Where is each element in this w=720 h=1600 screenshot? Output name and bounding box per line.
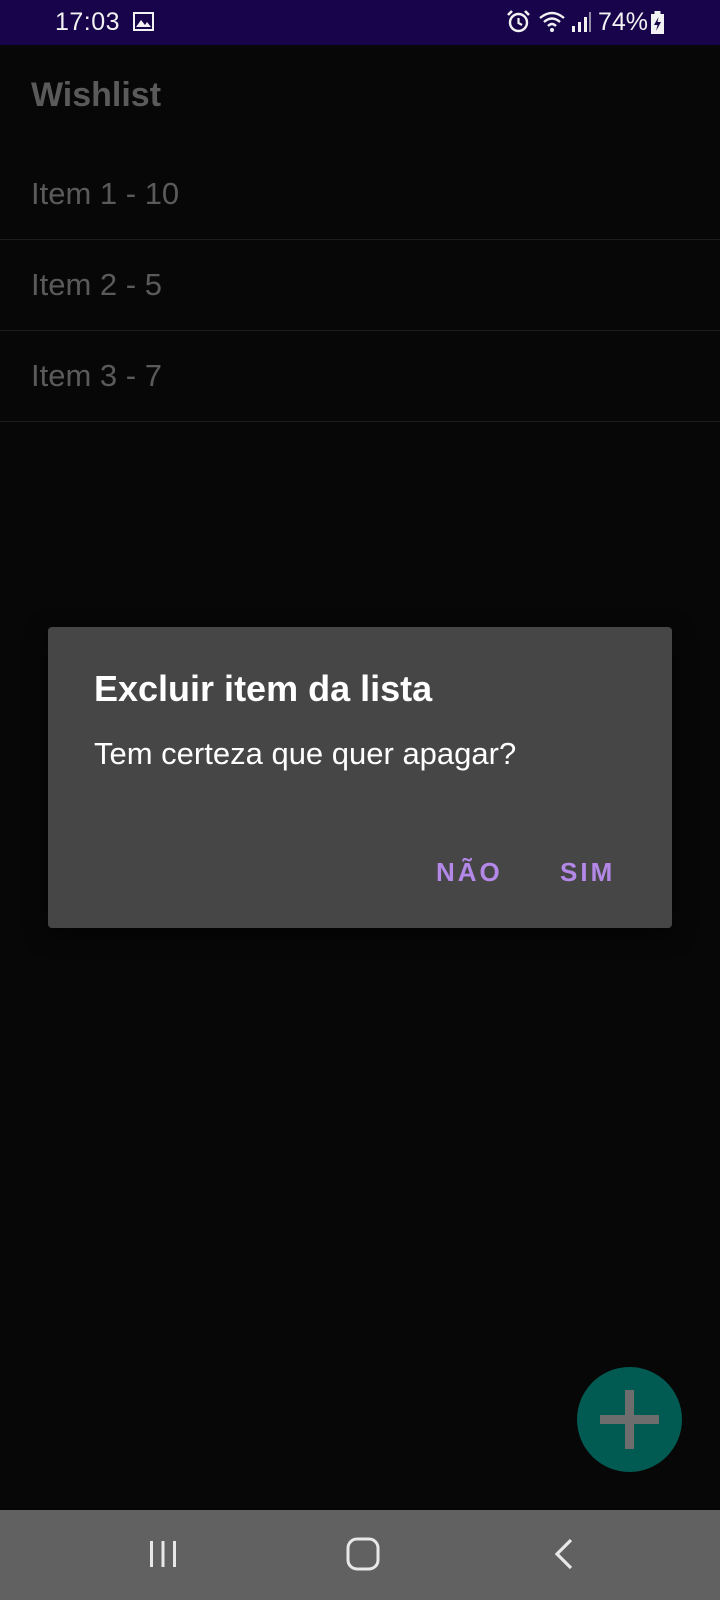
plus-icon (600, 1390, 659, 1449)
yes-button[interactable]: SIM (560, 857, 615, 888)
recents-icon[interactable] (147, 1538, 179, 1570)
list-item[interactable]: Item 2 - 5 (0, 240, 720, 331)
wifi-icon (539, 11, 565, 32)
list-item-label: Item 2 - 5 (31, 267, 162, 302)
no-button[interactable]: NÃO (436, 857, 503, 888)
list-item[interactable]: Item 1 - 10 (0, 149, 720, 240)
signal-icon (572, 12, 591, 32)
app-title: Wishlist (31, 76, 162, 114)
dialog-title: Excluir item da lista (94, 668, 433, 709)
list-item[interactable]: Item 3 - 7 (0, 331, 720, 422)
wishlist-list: Item 1 - 10 Item 2 - 5 Item 3 - 7 (0, 149, 720, 422)
battery-charging-icon (651, 11, 664, 34)
alarm-icon (507, 10, 530, 33)
home-icon[interactable] (345, 1536, 381, 1572)
list-item-label: Item 3 - 7 (31, 358, 162, 393)
status-bar: 17:03 74% (0, 0, 720, 45)
navigation-bar (0, 1510, 720, 1600)
add-item-button[interactable] (577, 1367, 682, 1472)
delete-confirmation-dialog: Excluir item da lista Tem certeza que qu… (48, 627, 672, 928)
screen: 17:03 74% Wishlist Item 1 - 10 Item 2 - … (0, 0, 720, 1600)
dialog-message: Tem certeza que quer apagar? (94, 736, 517, 771)
gallery-icon (133, 12, 154, 31)
list-item-label: Item 1 - 10 (31, 176, 180, 211)
battery-percentage: 74% (598, 8, 649, 36)
status-time: 17:03 (55, 8, 121, 36)
back-icon[interactable] (552, 1537, 576, 1571)
